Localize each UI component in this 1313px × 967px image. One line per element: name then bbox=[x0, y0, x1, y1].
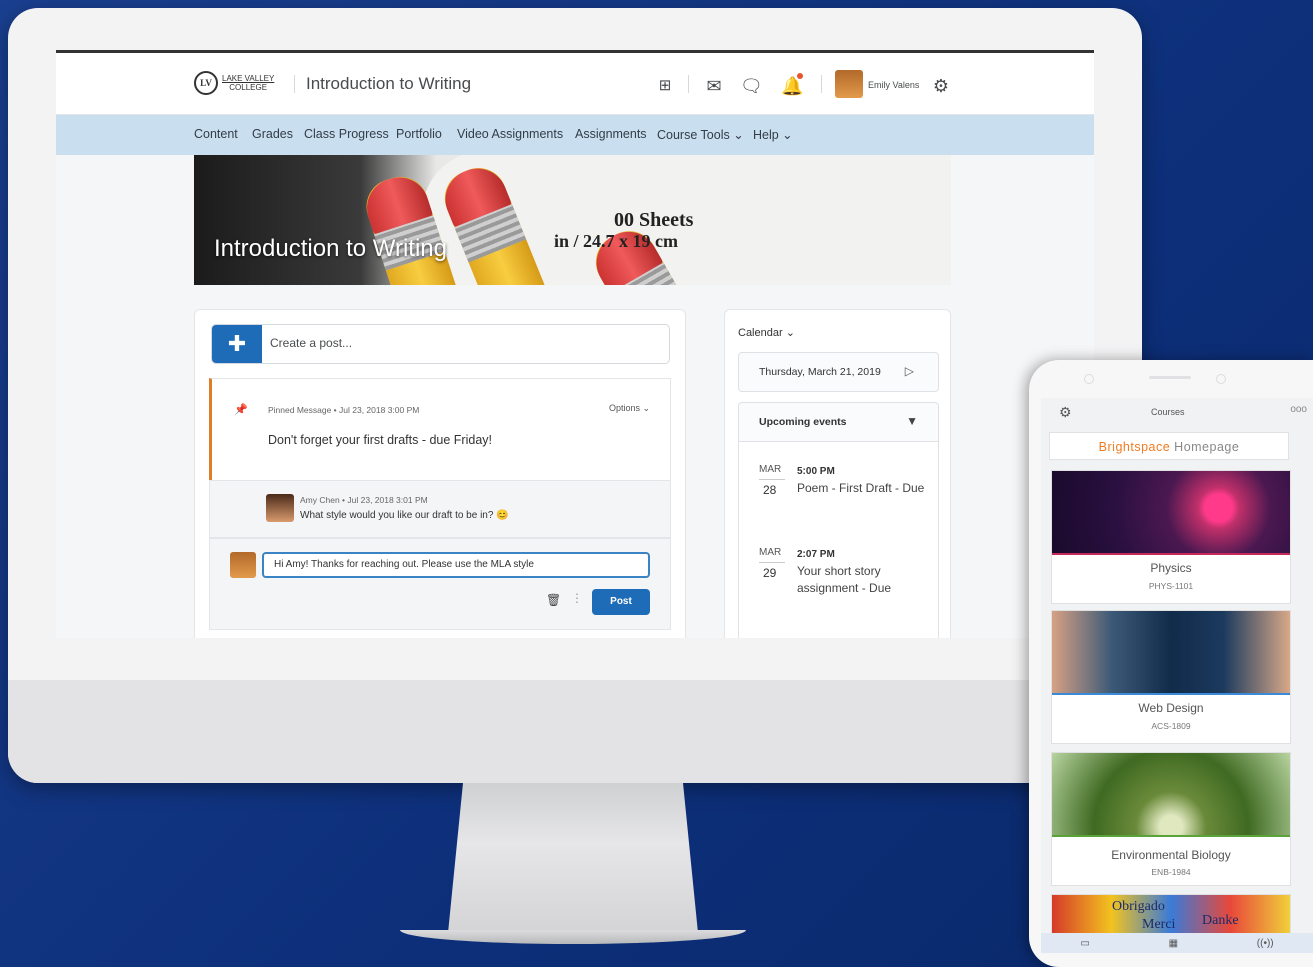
event-month: MAR bbox=[759, 547, 782, 558]
course-image bbox=[1052, 753, 1290, 835]
gear-icon[interactable]: ⚙ bbox=[930, 75, 952, 97]
course-navbar: Content Grades Class Progress Portfolio … bbox=[56, 115, 1094, 155]
course-name: Environmental Biology bbox=[1111, 848, 1231, 862]
grid-icon[interactable]: ▦ bbox=[1169, 938, 1178, 949]
event-title[interactable]: Your short story assignment - Due bbox=[797, 563, 927, 597]
nav-item-assignments[interactable]: Assignments bbox=[575, 127, 647, 141]
divider bbox=[688, 75, 689, 93]
calendar-date-selector[interactable]: Thursday, March 21, 2019 ▷ bbox=[738, 352, 939, 392]
phone-header-title: Courses bbox=[1151, 407, 1185, 417]
event-time: 2:07 PM bbox=[797, 549, 835, 560]
caret-down-icon[interactable]: ▼ bbox=[906, 414, 918, 428]
pinned-meta: Pinned Message • Jul 23, 2018 3:00 PM bbox=[268, 405, 420, 415]
logo-main-text: LAKE VALLEY bbox=[222, 74, 275, 83]
language-word: Obrigado bbox=[1112, 899, 1165, 914]
event-day: 29 bbox=[763, 566, 777, 580]
pinned-message: 📌 Pinned Message • Jul 23, 2018 3:00 PM … bbox=[209, 378, 671, 480]
reply-item: Amy Chen • Jul 23, 2018 3:01 PM What sty… bbox=[209, 480, 671, 538]
college-logo[interactable]: LV LAKE VALLEY COLLEGE bbox=[194, 70, 290, 96]
avatar bbox=[266, 494, 294, 522]
user-name[interactable]: Emily Valens bbox=[868, 80, 919, 90]
divider bbox=[821, 75, 822, 93]
calendar-icon[interactable]: ▭ bbox=[1080, 938, 1089, 949]
event-month: MAR bbox=[759, 464, 782, 475]
more-icon[interactable]: ooo bbox=[1290, 404, 1307, 415]
divider bbox=[294, 75, 295, 93]
event-title[interactable]: Poem - First Draft - Due bbox=[797, 480, 927, 497]
nav-item-help[interactable]: Help ⌄ bbox=[753, 127, 793, 142]
upcoming-events-toggle[interactable]: Upcoming events ▼ bbox=[738, 402, 939, 442]
course-name: Web Design bbox=[1138, 701, 1204, 715]
mail-icon[interactable]: ✉ bbox=[703, 75, 725, 97]
event-day: 28 bbox=[763, 483, 777, 497]
course-banner: 00 Sheets in / 24.7 x 19 cm Introduction… bbox=[194, 155, 951, 285]
nav-item-course-tools[interactable]: Course Tools ⌄ bbox=[657, 127, 744, 142]
reply-message: What style would you like our draft to b… bbox=[300, 510, 509, 521]
logo-sub-text: COLLEGE bbox=[229, 83, 268, 92]
banner-print-text: in / 24.7 x 19 cm bbox=[554, 231, 678, 251]
reply-meta: Amy Chen • Jul 23, 2018 3:01 PM bbox=[300, 495, 428, 505]
trash-icon[interactable]: 🗑 bbox=[546, 593, 561, 607]
desktop-screen: LV LAKE VALLEY COLLEGE Introduction to W… bbox=[56, 50, 1094, 638]
notification-dot bbox=[797, 73, 803, 79]
logo-mark: LV bbox=[194, 71, 218, 95]
pinned-message-text: Don't forget your first drafts - due Fri… bbox=[268, 433, 492, 447]
nav-item-content[interactable]: Content bbox=[194, 127, 238, 141]
course-card-environmental-biology[interactable]: Environmental Biology ENB-1984 bbox=[1051, 752, 1291, 886]
calendar-date: Thursday, March 21, 2019 bbox=[759, 366, 881, 378]
brand-name: Brightspace bbox=[1098, 440, 1171, 454]
course-card-physics[interactable]: Physics PHYS-1101 bbox=[1051, 470, 1291, 604]
play-icon[interactable]: ▷ bbox=[905, 364, 914, 378]
banner-title: Introduction to Writing bbox=[214, 235, 448, 262]
monitor-chin bbox=[8, 680, 1142, 783]
language-word: Merci bbox=[1142, 917, 1176, 932]
gear-icon[interactable]: ⚙ bbox=[1059, 404, 1072, 421]
page-title: Introduction to Writing bbox=[306, 74, 472, 93]
upcoming-label: Upcoming events bbox=[759, 416, 847, 428]
activity-icon[interactable]: ((•)) bbox=[1257, 938, 1274, 949]
grid-icon[interactable]: ⊞ bbox=[654, 75, 676, 97]
course-card-web-design[interactable]: Web Design ACS-1809 bbox=[1051, 610, 1291, 744]
course-code: ACS-1809 bbox=[1151, 721, 1191, 731]
activity-feed: ✚ Create a post... 📌 Pinned Message • Ju… bbox=[194, 309, 686, 638]
homepage-label: Homepage bbox=[1170, 440, 1240, 454]
reply-composer: Hi Amy! Thanks for reaching out. Please … bbox=[209, 538, 671, 630]
events-list: MAR 28 5:00 PM Poem - First Draft - Due … bbox=[738, 442, 939, 638]
course-image bbox=[1052, 471, 1290, 553]
options-dropdown[interactable]: Options ⌄ bbox=[609, 403, 650, 414]
pin-icon: 📌 bbox=[234, 404, 248, 416]
avatar[interactable] bbox=[835, 70, 863, 98]
calendar-widget: Calendar ⌄ Thursday, March 21, 2019 ▷ Up… bbox=[724, 309, 951, 638]
phone-device: ⚙ Courses ooo Brightspace Homepage Physi… bbox=[1029, 360, 1313, 967]
nav-item-video-assignments[interactable]: Video Assignments bbox=[457, 127, 563, 141]
nav-item-portfolio[interactable]: Portfolio bbox=[396, 127, 442, 141]
avatar bbox=[230, 552, 256, 578]
course-name: Physics bbox=[1150, 561, 1192, 575]
top-navbar: LV LAKE VALLEY COLLEGE Introduction to W… bbox=[56, 53, 1094, 115]
phone-screen: ⚙ Courses ooo Brightspace Homepage Physi… bbox=[1041, 398, 1313, 953]
phone-speaker bbox=[1149, 376, 1191, 379]
nav-item-grades[interactable]: Grades bbox=[252, 127, 293, 141]
create-post-field[interactable]: ✚ Create a post... bbox=[211, 324, 670, 364]
monitor-stand bbox=[448, 783, 698, 933]
phone-sensor bbox=[1216, 374, 1226, 384]
create-post-placeholder: Create a post... bbox=[270, 336, 353, 350]
nav-item-class-progress[interactable]: Class Progress bbox=[304, 127, 389, 141]
course-code: ENB-1984 bbox=[1151, 867, 1191, 877]
calendar-header[interactable]: Calendar ⌄ bbox=[738, 326, 795, 339]
homepage-banner[interactable]: Brightspace Homepage bbox=[1049, 432, 1289, 460]
phone-camera bbox=[1084, 374, 1094, 384]
add-post-button[interactable]: ✚ bbox=[212, 325, 262, 363]
course-code: PHYS-1101 bbox=[1148, 581, 1194, 591]
reply-input[interactable]: Hi Amy! Thanks for reaching out. Please … bbox=[262, 552, 650, 578]
event-time: 5:00 PM bbox=[797, 466, 835, 477]
chat-icon[interactable]: 🗨 bbox=[740, 75, 763, 97]
banner-print-text: 00 Sheets bbox=[614, 209, 694, 231]
phone-tab-bar: ▭ ▦ ((•)) bbox=[1041, 933, 1313, 953]
language-word: Danke bbox=[1202, 913, 1239, 928]
monitor-stand-base bbox=[400, 930, 746, 944]
post-button[interactable]: Post bbox=[592, 589, 650, 615]
course-image bbox=[1052, 611, 1290, 693]
more-options-icon[interactable]: ⋮ bbox=[571, 591, 583, 605]
